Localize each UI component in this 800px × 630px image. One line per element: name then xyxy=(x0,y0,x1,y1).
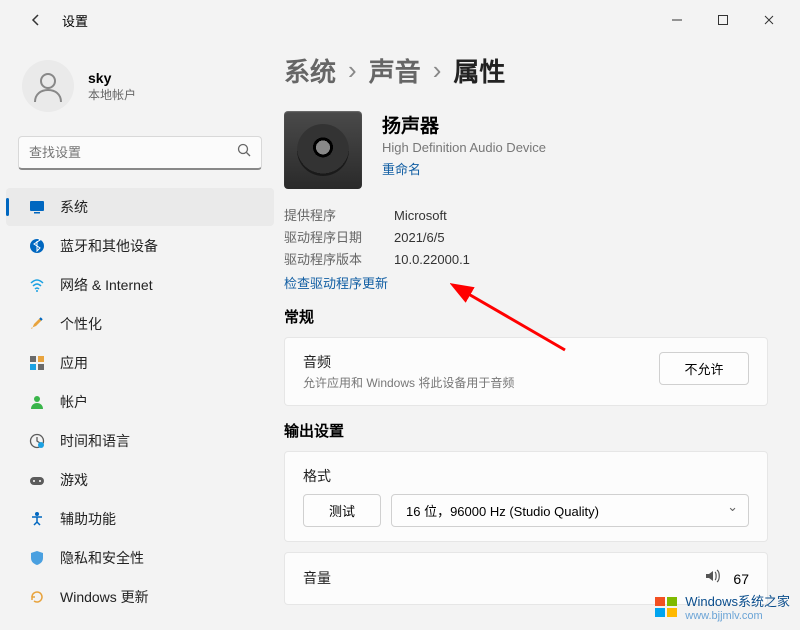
accessibility-icon xyxy=(28,510,46,528)
watermark: Windows系统之家 www.bjjmlv.com xyxy=(653,591,790,622)
driver-date-label: 驱动程序日期 xyxy=(284,227,374,249)
chevron-right-icon: › xyxy=(348,55,357,86)
sidebar-item-label: Windows 更新 xyxy=(60,587,149,607)
sidebar-item-label: 蓝牙和其他设备 xyxy=(60,236,158,256)
sidebar-item-label: 隐私和安全性 xyxy=(60,548,144,568)
breadcrumb: 系统 › 声音 › 属性 xyxy=(284,52,768,89)
shield-icon xyxy=(28,549,46,567)
format-title: 格式 xyxy=(303,466,749,486)
breadcrumb-system[interactable]: 系统 xyxy=(284,52,336,89)
sidebar-item-system[interactable]: 系统 xyxy=(6,188,274,226)
sidebar-item-gaming[interactable]: 游戏 xyxy=(6,461,274,499)
windows-logo-icon xyxy=(653,594,679,620)
sidebar-item-label: 辅助功能 xyxy=(60,509,116,529)
close-button[interactable] xyxy=(746,4,792,36)
person-icon xyxy=(28,393,46,411)
sidebar-item-label: 时间和语言 xyxy=(60,431,130,451)
sidebar-item-label: 系统 xyxy=(60,197,88,217)
sidebar-item-label: 网络 & Internet xyxy=(60,275,153,295)
display-icon xyxy=(28,198,46,216)
sidebar-item-bluetooth[interactable]: 蓝牙和其他设备 xyxy=(6,227,274,265)
watermark-brand: Windows系统之家 xyxy=(685,591,790,610)
driver-date-value: 2021/6/5 xyxy=(394,227,445,249)
avatar xyxy=(22,60,74,112)
volume-icon xyxy=(703,567,721,590)
audio-title: 音频 xyxy=(303,352,647,372)
user-type: 本地帐户 xyxy=(88,86,136,103)
audio-desc: 允许应用和 Windows 将此设备用于音频 xyxy=(303,374,647,391)
sidebar-item-windows-update[interactable]: Windows 更新 xyxy=(6,578,274,616)
sidebar-item-label: 游戏 xyxy=(60,470,88,490)
device-description: High Definition Audio Device xyxy=(382,140,546,155)
sidebar-item-label: 应用 xyxy=(60,353,88,373)
driver-version-value: 10.0.22000.1 xyxy=(394,249,470,271)
provider-label: 提供程序 xyxy=(284,205,374,227)
general-section-header: 常规 xyxy=(284,306,768,327)
search-field[interactable] xyxy=(29,145,237,160)
speaker-device-icon xyxy=(284,111,362,189)
search-icon xyxy=(237,143,251,162)
sidebar-item-privacy[interactable]: 隐私和安全性 xyxy=(6,539,274,577)
driver-version-label: 驱动程序版本 xyxy=(284,249,374,271)
sidebar-item-time-language[interactable]: 时间和语言 xyxy=(6,422,274,460)
bluetooth-icon xyxy=(28,237,46,255)
check-driver-update-link[interactable]: 检查驱动程序更新 xyxy=(284,273,768,292)
sidebar-item-label: 个性化 xyxy=(60,314,102,334)
brush-icon xyxy=(28,315,46,333)
search-input[interactable] xyxy=(18,136,262,170)
update-icon xyxy=(28,588,46,606)
back-button[interactable] xyxy=(20,4,52,36)
minimize-button[interactable] xyxy=(654,4,700,36)
device-name: 扬声器 xyxy=(382,111,546,138)
sidebar-item-personalization[interactable]: 个性化 xyxy=(6,305,274,343)
output-section-header: 输出设置 xyxy=(284,420,768,441)
provider-value: Microsoft xyxy=(394,205,447,227)
test-button[interactable]: 测试 xyxy=(303,494,381,527)
apps-icon xyxy=(28,354,46,372)
user-name: sky xyxy=(88,70,136,86)
wifi-icon xyxy=(28,276,46,294)
breadcrumb-current: 属性 xyxy=(453,52,505,89)
game-icon xyxy=(28,471,46,489)
chevron-right-icon: › xyxy=(433,55,442,86)
volume-title: 音量 xyxy=(303,568,691,588)
format-dropdown[interactable]: 16 位，96000 Hz (Studio Quality) xyxy=(391,494,749,527)
sidebar-item-accounts[interactable]: 帐户 xyxy=(6,383,274,421)
sidebar-item-network[interactable]: 网络 & Internet xyxy=(6,266,274,304)
window-title: 设置 xyxy=(62,11,88,30)
time-icon xyxy=(28,432,46,450)
sidebar-item-apps[interactable]: 应用 xyxy=(6,344,274,382)
volume-value: 67 xyxy=(733,571,749,587)
audio-card: 音频 允许应用和 Windows 将此设备用于音频 不允许 xyxy=(284,337,768,406)
format-card: 格式 测试 16 位，96000 Hz (Studio Quality) xyxy=(284,451,768,542)
driver-info: 提供程序 Microsoft 驱动程序日期 2021/6/5 驱动程序版本 10.0.… xyxy=(284,205,768,292)
rename-link[interactable]: 重命名 xyxy=(382,159,546,178)
sidebar-item-label: 帐户 xyxy=(60,392,88,412)
breadcrumb-sound[interactable]: 声音 xyxy=(369,52,421,89)
user-block[interactable]: sky 本地帐户 xyxy=(0,52,280,130)
watermark-url: www.bjjmlv.com xyxy=(685,610,790,622)
maximize-button[interactable] xyxy=(700,4,746,36)
disallow-button[interactable]: 不允许 xyxy=(659,352,749,385)
sidebar-item-accessibility[interactable]: 辅助功能 xyxy=(6,500,274,538)
